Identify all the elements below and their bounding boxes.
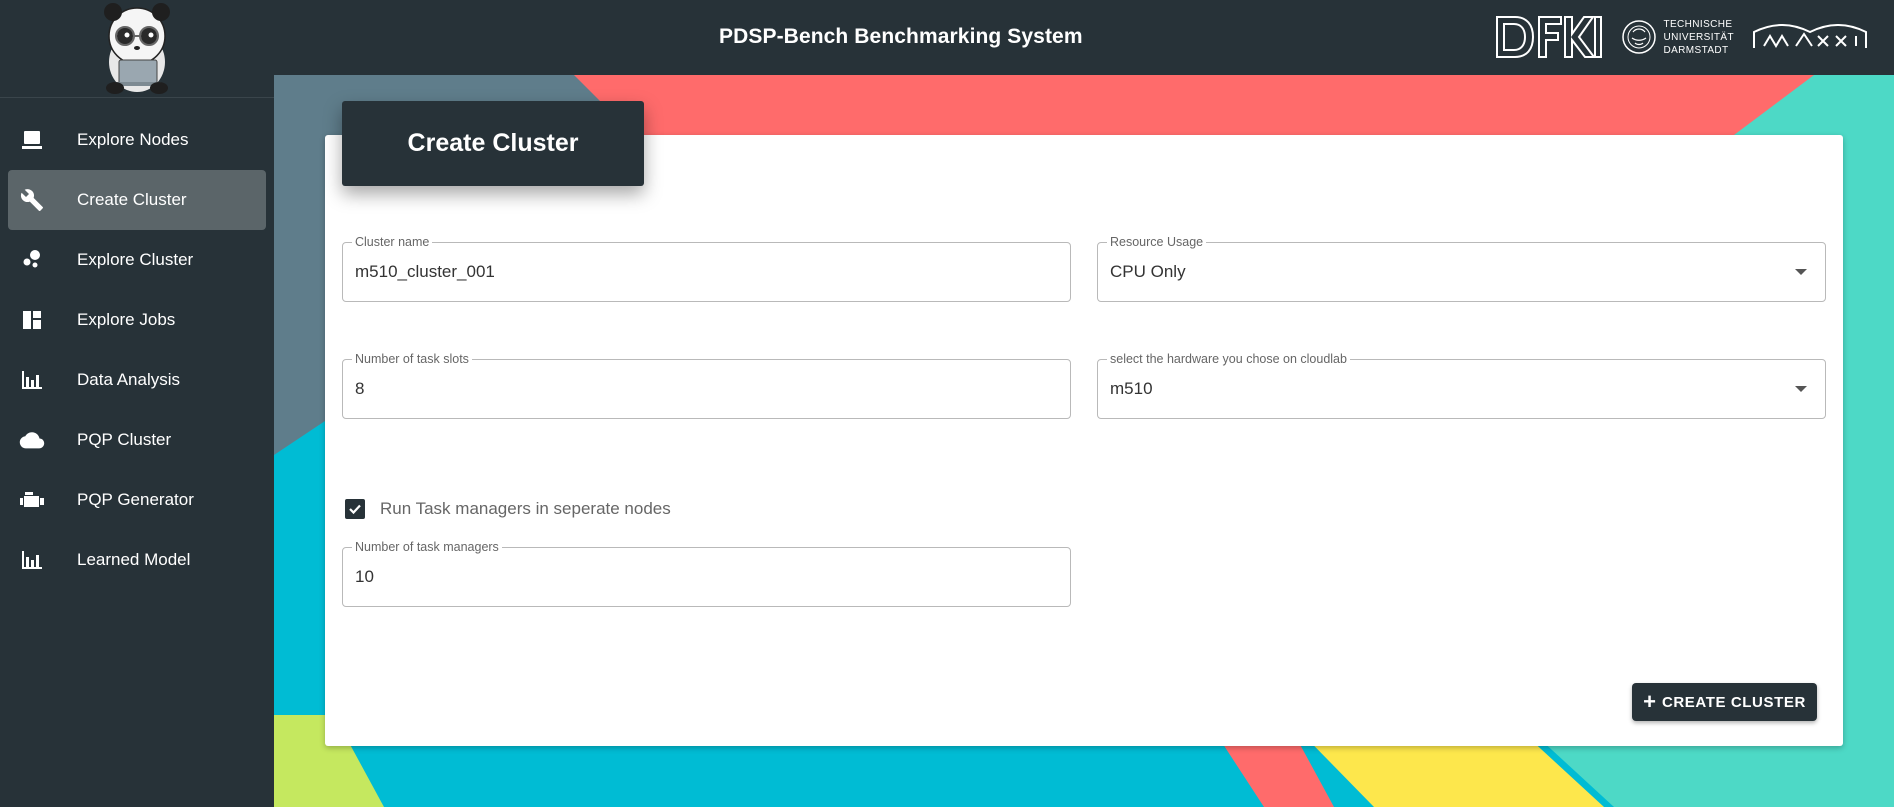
cluster-name-label: Cluster name — [352, 235, 433, 249]
sidebar-item-label: PQP Generator — [77, 490, 194, 509]
partner-logos: TECHNISCHE UNIVERSITÄT DARMSTADT — [1495, 14, 1870, 60]
separate-nodes-checkbox[interactable] — [345, 499, 365, 519]
tu-line: DARMSTADT — [1663, 44, 1729, 56]
card-header: Create Cluster — [342, 101, 644, 186]
sidebar-item-label: PQP Cluster — [77, 430, 172, 449]
task-managers-value: 10 — [355, 567, 374, 586]
hardware-value: m510 — [1110, 379, 1153, 398]
sidebar-logo-area — [0, 0, 274, 98]
sidebar-item-label: Explore Nodes — [77, 130, 189, 149]
resource-usage-select[interactable]: Resource Usage CPU Only — [1097, 235, 1826, 302]
maxxi-logo — [1753, 24, 1867, 48]
sidebar-item-label: Data Analysis — [77, 370, 180, 389]
sidebar-item-label: Create Cluster — [77, 190, 187, 209]
create-cluster-button[interactable]: + CREATE CLUSTER — [1632, 683, 1817, 721]
sidebar-nav: Explore Nodes Create Cluster Explore Clu… — [0, 98, 274, 590]
sidebar-item-pqp-generator[interactable]: PQP Generator — [8, 470, 266, 530]
engine-icon — [18, 486, 46, 514]
sidebar-item-label: Explore Jobs — [77, 310, 176, 329]
sidebar-item-label: Explore Cluster — [77, 250, 194, 269]
task-slots-value: 8 — [355, 379, 365, 398]
resource-usage-value: CPU Only — [1110, 262, 1186, 281]
task-managers-field[interactable]: Number of task managers 10 — [342, 540, 1071, 607]
dfki-logo — [1496, 16, 1603, 58]
create-cluster-button-label: CREATE CLUSTER — [1661, 693, 1806, 711]
sidebar-item-data-analysis[interactable]: Data Analysis — [8, 350, 266, 410]
sidebar-item-explore-cluster[interactable]: Explore Cluster — [8, 230, 266, 290]
cluster-name-value: m510_cluster_001 — [355, 262, 495, 281]
computer-icon — [18, 126, 46, 154]
tu-seal-icon — [1622, 20, 1657, 54]
resource-usage-label: Resource Usage — [1107, 235, 1207, 249]
task-slots-label: Number of task slots — [352, 352, 472, 366]
sidebar-item-label: Learned Model — [77, 550, 191, 569]
task-managers-label: Number of task managers — [352, 540, 502, 554]
tu-line: TECHNISCHE — [1663, 18, 1733, 30]
card-title: Create Cluster — [407, 129, 579, 157]
cluster-name-field[interactable]: Cluster name m510_cluster_001 — [342, 235, 1071, 302]
bubble-chart-icon — [18, 246, 46, 274]
create-cluster-card — [325, 135, 1843, 746]
sidebar-item-explore-nodes[interactable]: Explore Nodes — [8, 110, 266, 170]
tu-line: UNIVERSITÄT — [1663, 31, 1734, 43]
cloud-icon — [18, 426, 46, 454]
sidebar-item-explore-jobs[interactable]: Explore Jobs — [8, 290, 266, 350]
app-title: PDSP-Bench Benchmarking System — [719, 25, 1083, 48]
panda-mascot-logo — [104, 2, 170, 94]
separate-nodes-option[interactable]: Run Task managers in seperate nodes — [345, 499, 671, 519]
top-app-bar: PDSP-Bench Benchmarking System TECHNISCH… — [274, 0, 1894, 75]
plus-icon: + — [1643, 689, 1656, 714]
wrench-icon — [18, 186, 46, 214]
chevron-down-icon — [1795, 269, 1807, 275]
task-slots-field[interactable]: Number of task slots 8 — [342, 352, 1071, 419]
sidebar: Explore Nodes Create Cluster Explore Clu… — [0, 0, 274, 807]
chevron-down-icon — [1795, 386, 1807, 392]
sidebar-item-pqp-cluster[interactable]: PQP Cluster — [8, 410, 266, 470]
separate-nodes-label: Run Task managers in seperate nodes — [380, 499, 671, 518]
tu-darmstadt-logo: TECHNISCHE UNIVERSITÄT DARMSTADT — [1621, 16, 1734, 58]
sidebar-item-create-cluster[interactable]: Create Cluster — [8, 170, 266, 230]
dashboard-icon — [18, 306, 46, 334]
bar-chart-icon — [18, 546, 46, 574]
sidebar-item-learned-model[interactable]: Learned Model — [8, 530, 266, 590]
bar-chart-icon — [18, 366, 46, 394]
hardware-label: select the hardware you chose on cloudla… — [1107, 352, 1350, 366]
checkmark-icon — [349, 504, 361, 515]
hardware-select[interactable]: select the hardware you chose on cloudla… — [1097, 352, 1826, 419]
